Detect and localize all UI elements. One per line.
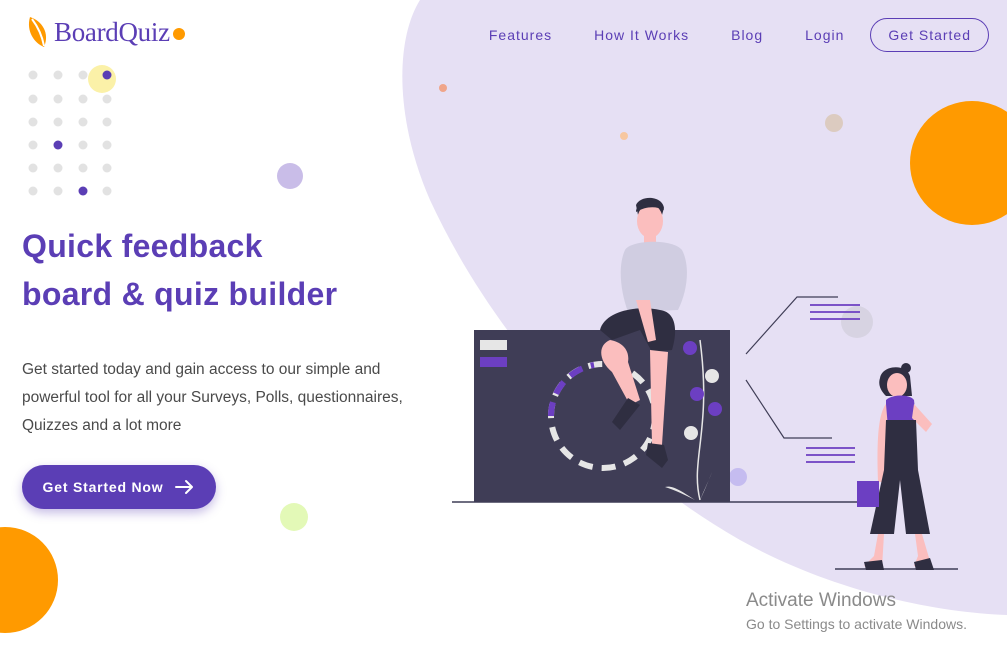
nav-link-how-it-works[interactable]: How It Works <box>594 27 689 43</box>
periwinkle-dot <box>729 468 747 486</box>
board-label-purple <box>480 357 507 367</box>
salmon-dot <box>439 84 447 92</box>
tan-dot <box>825 114 843 132</box>
lime-dot <box>280 503 308 531</box>
grey-dot <box>841 306 873 338</box>
hero-illustration <box>0 0 1007 633</box>
nav-link-blog[interactable]: Blog <box>731 27 763 43</box>
board-label-white <box>480 340 507 350</box>
get-started-now-button[interactable]: Get Started Now <box>22 465 216 509</box>
top-navigation: Features How It Works Blog Login Get Sta… <box>489 18 989 52</box>
hero-headline-line-1: Quick feedback <box>22 228 263 264</box>
peach-dot <box>620 132 628 140</box>
hero-headline-line-2: board & quiz builder <box>22 276 338 312</box>
orange-circle-left <box>0 527 58 633</box>
yellow-dot <box>88 65 116 93</box>
watermark-subtitle: Go to Settings to activate Windows. <box>746 616 967 632</box>
cta-label: Get Started Now <box>42 479 164 495</box>
activate-windows-watermark: Activate Windows Go to Settings to activ… <box>746 590 967 635</box>
nav-link-login[interactable]: Login <box>805 27 844 43</box>
nav-link-features[interactable]: Features <box>489 27 552 43</box>
brand-name: BoardQuiz <box>54 16 170 47</box>
logo-dot <box>172 28 185 40</box>
get-started-nav-button[interactable]: Get Started <box>870 18 989 52</box>
logo-leaf-icon <box>28 17 47 47</box>
hero-description: Get started today and gain access to our… <box>22 361 403 434</box>
arrow-right-icon <box>175 480 194 494</box>
lavender-dot <box>277 163 303 189</box>
watermark-title: Activate Windows <box>746 590 896 611</box>
hero-headline: Quick feedback board & quiz builder <box>22 222 337 318</box>
brand-logo[interactable]: BoardQuiz <box>26 14 185 50</box>
